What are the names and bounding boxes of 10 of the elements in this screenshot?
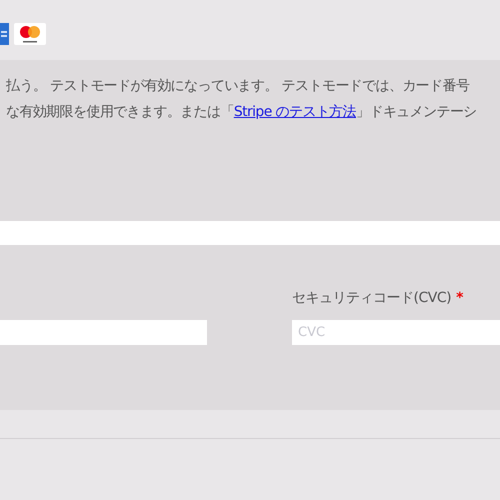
- card-icon: [0, 23, 9, 45]
- notice-text: 」ドキュメンテーシ: [356, 104, 477, 120]
- notice-text: な有効期限を使用できます。または「: [6, 104, 234, 120]
- notice-text: 払う。 テストモードが有効になっています。 テストモードでは、カード番号: [6, 77, 470, 96]
- field-label: セキュリティコード(CVC): [292, 290, 452, 306]
- input-field[interactable]: [0, 320, 207, 345]
- required-mark: *: [456, 290, 463, 306]
- testing-link[interactable]: Stripe のテスト方法: [234, 104, 356, 120]
- input-field[interactable]: [0, 221, 500, 245]
- mastercard-icon: [14, 23, 46, 45]
